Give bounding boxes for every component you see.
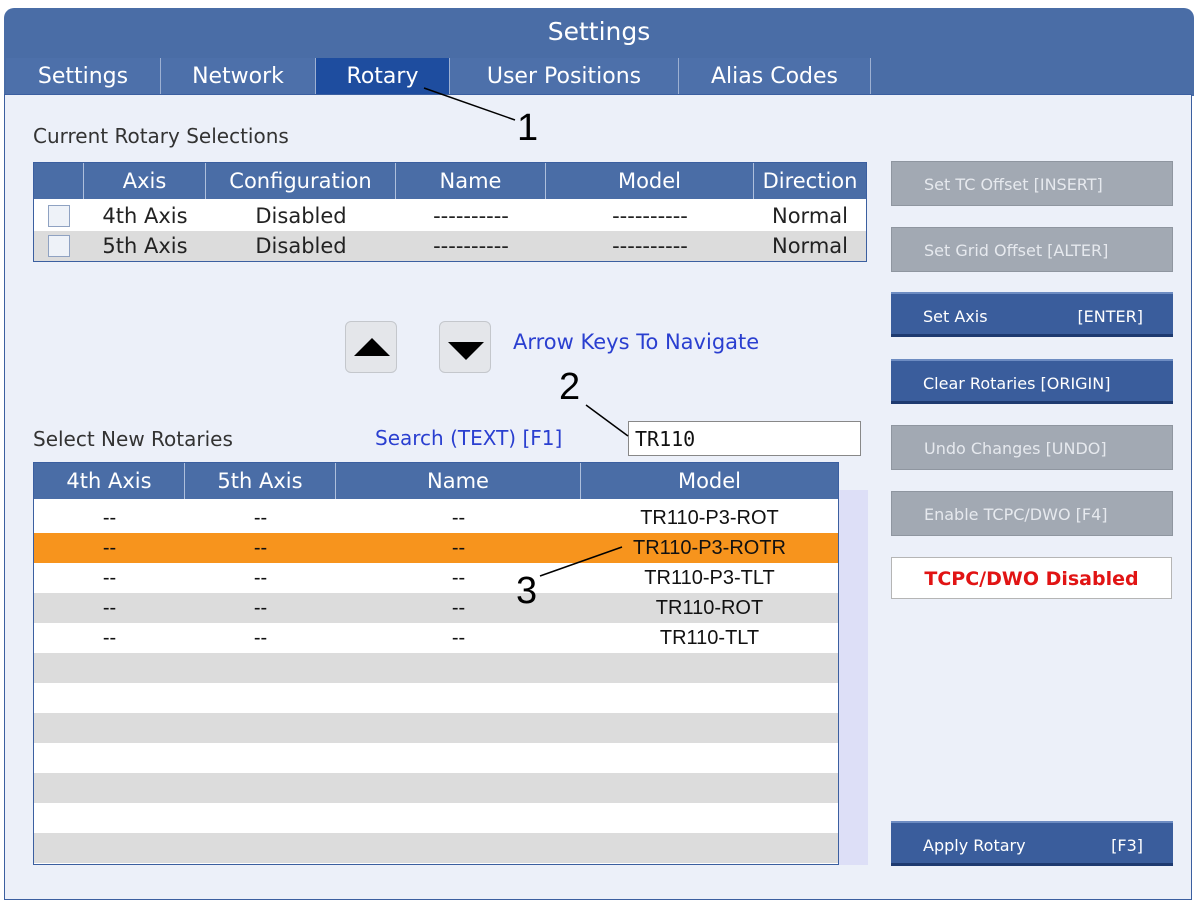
callout-line-2 bbox=[585, 404, 629, 437]
callout-number-3: 3 bbox=[516, 570, 538, 612]
callout-line-3 bbox=[539, 546, 623, 577]
callout-line-1 bbox=[423, 87, 516, 121]
callout-lines bbox=[423, 87, 629, 577]
callout-number-1: 1 bbox=[517, 107, 539, 149]
callout-number-2: 2 bbox=[559, 366, 581, 408]
